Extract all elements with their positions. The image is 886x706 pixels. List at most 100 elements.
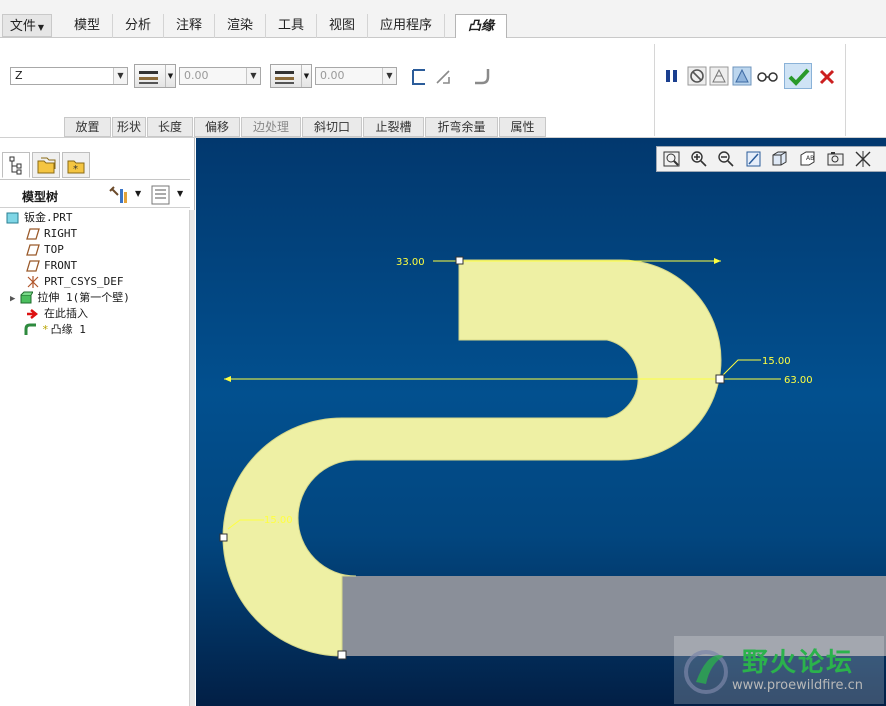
tree-item-label: 在此插入 xyxy=(44,307,88,320)
watermark-title: 野火论坛 xyxy=(742,648,855,678)
favorites-tab[interactable]: * xyxy=(62,152,90,178)
tab-analysis[interactable]: 分析 xyxy=(113,14,164,38)
tree-item-top[interactable]: TOP xyxy=(26,242,64,258)
tree-item-right[interactable]: RIGHT xyxy=(26,226,77,242)
tree-settings-icon[interactable] xyxy=(108,185,130,205)
datum-plane-icon xyxy=(26,260,40,272)
tree-item-extrude[interactable]: ▶ 拉伸 1(第一个壁) xyxy=(10,290,130,306)
tree-item-flange[interactable]: * 凸缘 1 xyxy=(24,322,86,338)
chevron-down-icon[interactable]: ▼ xyxy=(135,189,141,198)
chevron-down-icon: ▼ xyxy=(246,68,260,84)
show-list-icon[interactable] xyxy=(151,185,171,205)
tree-item-insert-here[interactable]: 在此插入 xyxy=(26,306,88,322)
thickness-flip-icon[interactable] xyxy=(434,68,452,86)
navigator-tabs: * xyxy=(0,148,190,180)
tree-item-label: FRONT xyxy=(44,259,78,272)
offset2-type-button[interactable]: ▼ xyxy=(270,64,312,88)
flange-icon xyxy=(24,323,36,335)
watermark-url: www.proewildfire.cn xyxy=(732,678,863,693)
chevron-down-icon: ▼ xyxy=(382,68,396,84)
subtab-length[interactable]: 长度 xyxy=(147,117,193,137)
model-tree-panel: * 模型树 ▼ ▼ 钣金.PRT RIGHT TOP FRONT PRT_CSY… xyxy=(0,138,195,706)
arrowhead-icon xyxy=(714,258,721,264)
model-tree-tab[interactable] xyxy=(2,152,30,178)
tab-annotate[interactable]: 注释 xyxy=(164,14,215,38)
tab-model[interactable]: 模型 xyxy=(62,14,113,38)
subtab-placement[interactable]: 放置 xyxy=(64,117,111,137)
drag-handle[interactable] xyxy=(715,374,725,384)
checkmark-icon xyxy=(788,68,810,86)
cancel-x-icon[interactable] xyxy=(818,68,836,86)
tree-item-front[interactable]: FRONT xyxy=(26,258,77,274)
ribbon-separator xyxy=(654,44,655,136)
subtab-properties[interactable]: 属性 xyxy=(499,117,546,137)
model-tree-header: 模型树 ▼ ▼ xyxy=(0,182,190,208)
dimension-length-right[interactable]: 63.00 xyxy=(784,375,813,386)
datum-plane-icon xyxy=(26,228,40,240)
folder-browser-tab[interactable] xyxy=(32,152,60,178)
offset2-value-field[interactable]: 0.00 ▼ xyxy=(315,67,397,85)
subtab-relief[interactable]: 止裂槽 xyxy=(363,117,424,137)
tree-item-label: 钣金.PRT xyxy=(24,211,73,224)
tree-item-label: TOP xyxy=(44,243,64,256)
watermark-logo-icon xyxy=(684,650,728,694)
tree-structure-icon xyxy=(9,156,22,175)
chevron-down-icon: ▼ xyxy=(165,65,175,87)
flip-side-icon[interactable] xyxy=(410,68,428,86)
extrude-wall-icon xyxy=(20,291,34,304)
edge-offset-icon xyxy=(139,71,158,84)
new-feature-star-icon: * xyxy=(42,323,49,336)
tab-view[interactable]: 视图 xyxy=(317,14,368,38)
tree-item-label: RIGHT xyxy=(44,227,78,240)
dimension-radius-left[interactable]: 15.00 xyxy=(264,515,293,526)
pause-icon[interactable] xyxy=(664,68,680,84)
csys-icon xyxy=(27,276,39,288)
svg-text:*: * xyxy=(73,164,78,175)
arrowhead-icon xyxy=(224,376,231,382)
tree-item-label: 拉伸 1(第一个壁) xyxy=(37,291,130,304)
tab-tools[interactable]: 工具 xyxy=(266,14,317,38)
subtab-edge-treatment[interactable]: 边处理 xyxy=(241,117,301,137)
leader-line xyxy=(722,359,761,376)
part-icon xyxy=(6,212,19,224)
tree-item-part[interactable]: 钣金.PRT xyxy=(6,210,73,226)
file-menu-label: 文件 xyxy=(9,19,36,34)
expand-triangle-icon[interactable]: ▶ xyxy=(10,294,15,304)
drag-handle[interactable] xyxy=(337,650,347,660)
forum-watermark: 野火论坛 www.proewildfire.cn xyxy=(674,636,884,704)
insert-here-arrow-icon xyxy=(27,309,39,319)
subtab-shape[interactable]: 形状 xyxy=(112,117,146,137)
verify-preview-icon[interactable] xyxy=(732,66,752,86)
drag-handle[interactable] xyxy=(219,533,228,542)
tree-scrollbar[interactable] xyxy=(189,210,195,706)
file-menu[interactable]: 文件 ▼ xyxy=(2,14,52,37)
chevron-down-icon: ▼ xyxy=(37,23,45,32)
subtab-miter-cuts[interactable]: 斜切口 xyxy=(302,117,362,137)
dimension-top[interactable]: 33.00 xyxy=(396,257,425,268)
graphics-window[interactable]: AB 33.00 15.00 63.00 15.00 野火论坛 www.proe… xyxy=(196,138,886,706)
bend-icon[interactable] xyxy=(472,66,492,86)
tab-applications[interactable]: 应用程序 xyxy=(368,14,445,38)
ok-button[interactable] xyxy=(784,63,812,89)
tree-item-csys[interactable]: PRT_CSYS_DEF xyxy=(26,274,123,290)
folder-icon xyxy=(37,157,56,174)
tree-item-label: PRT_CSYS_DEF xyxy=(44,275,124,288)
offset1-value-field[interactable]: 0.00 ▼ xyxy=(179,67,261,85)
tab-flange[interactable]: 凸缘 xyxy=(455,14,507,39)
subtab-offset[interactable]: 偏移 xyxy=(194,117,240,137)
drag-handle[interactable] xyxy=(455,256,464,265)
tab-render[interactable]: 渲染 xyxy=(215,14,266,38)
sketch-canvas[interactable]: 33.00 15.00 63.00 15.00 xyxy=(196,138,886,706)
no-preview-icon[interactable] xyxy=(687,66,707,86)
chevron-down-icon[interactable]: ▼ xyxy=(177,189,183,198)
favorites-star-icon: * xyxy=(67,160,85,175)
glasses-verify-icon[interactable] xyxy=(756,68,780,84)
offset1-type-button[interactable]: ▼ xyxy=(134,64,176,88)
offset1-value: 0.00 xyxy=(184,69,209,82)
dimension-radius-right[interactable]: 15.00 xyxy=(762,356,791,367)
mesh-preview-icon[interactable] xyxy=(709,66,729,86)
subtab-bend-allowance[interactable]: 折弯余量 xyxy=(425,117,498,137)
tree-item-label: 凸缘 1 xyxy=(50,323,86,336)
flange-type-value: Z xyxy=(15,69,23,82)
flange-type-combo[interactable]: Z ▼ xyxy=(10,67,128,85)
